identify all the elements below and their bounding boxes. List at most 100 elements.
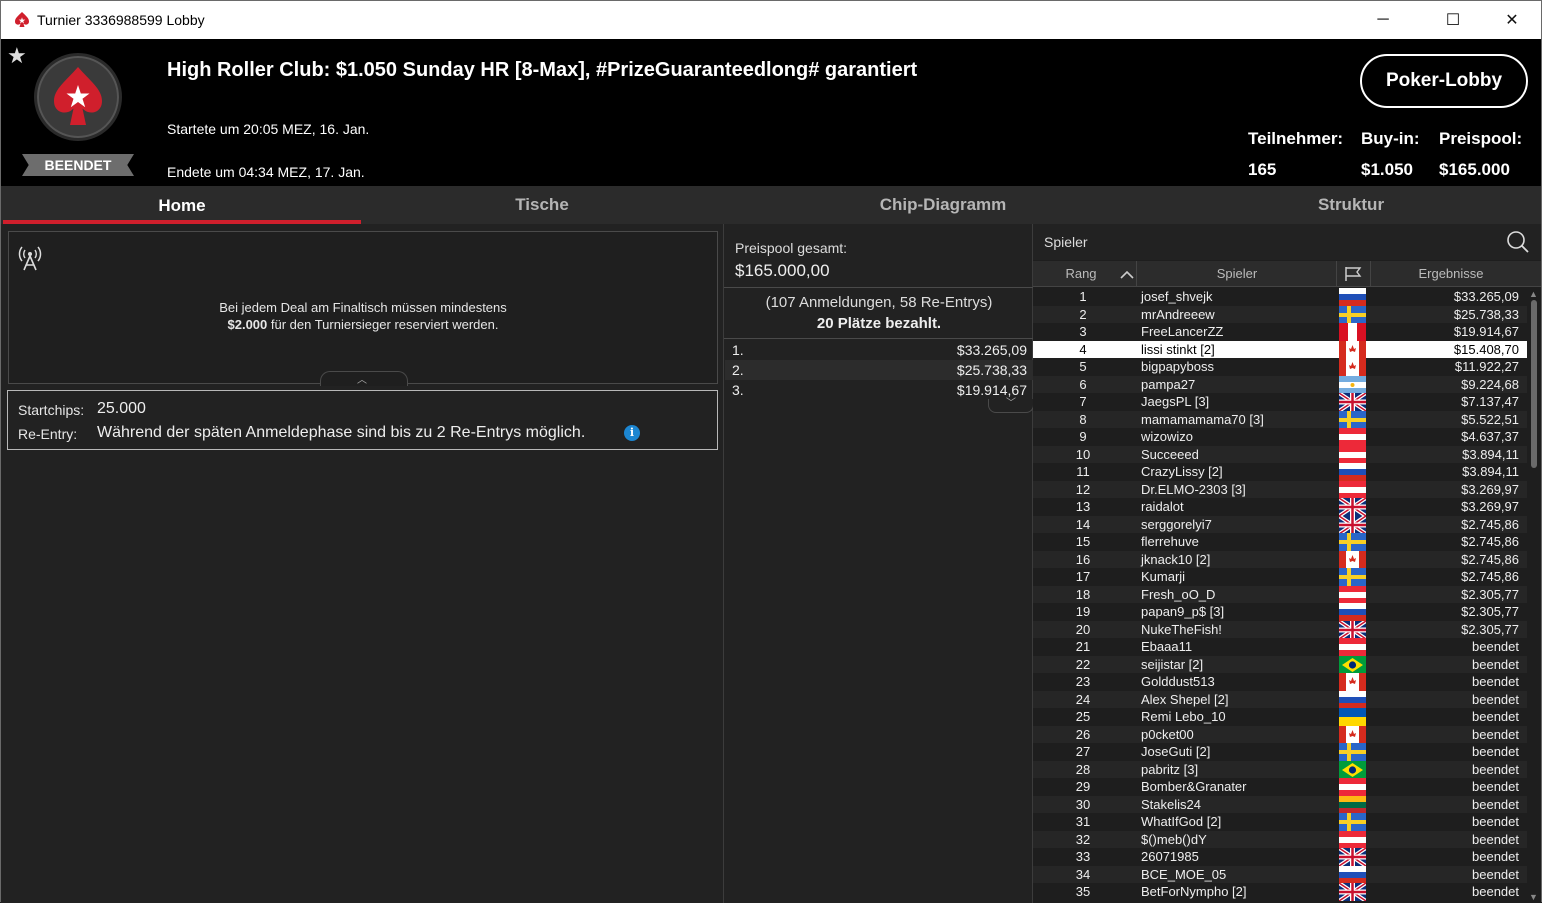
tab-home[interactable]: Home (3, 186, 361, 224)
column-divider (1336, 261, 1337, 287)
tab-structure[interactable]: Struktur (1171, 186, 1531, 224)
player-name: papan9_p$ [3] (1141, 604, 1225, 619)
player-name: CrazyLissy [2] (1141, 464, 1223, 479)
player-row[interactable]: 33 26071985 beendet (1033, 848, 1527, 866)
scrollbar-thumb[interactable] (1531, 300, 1537, 468)
player-row[interactable]: 18 Fresh_oO_D $2.305,77 (1033, 585, 1527, 603)
scroll-down-icon[interactable]: ▼ (1529, 892, 1538, 902)
player-row[interactable]: 16 jknack10 [2] $2.745,86 (1033, 550, 1527, 568)
prizepool-label: Preispool: (1439, 129, 1523, 148)
player-result: beendet (1472, 831, 1519, 847)
player-rank: 5 (1079, 359, 1087, 374)
player-rank: 15 (1075, 534, 1091, 549)
player-row[interactable]: 14 serggorelyi7 $2.745,86 (1033, 515, 1527, 533)
player-row[interactable]: 1 josef_shvejk $33.265,09 (1033, 288, 1527, 306)
player-rank: 28 (1075, 761, 1091, 777)
player-row[interactable]: 24 Alex Shepel [2] beendet (1033, 690, 1527, 708)
country-flag-icon (1339, 795, 1366, 813)
player-result: $19.914,67 (1453, 324, 1519, 339)
player-row[interactable]: 11 CrazyLissy [2] $3.894,11 (1033, 463, 1527, 481)
player-row[interactable]: 31 WhatIfGod [2] beendet (1033, 813, 1527, 831)
prize-place: 2. (732, 362, 744, 378)
player-row[interactable]: 9 wizowizo $4.637,37 (1033, 428, 1527, 446)
entries-count: (107 Anmeldungen, 58 Re-Entrys) (765, 294, 993, 311)
player-row[interactable]: 28 pabritz [3] beendet (1033, 760, 1527, 778)
tab-chip-chart[interactable]: Chip-Diagramm (763, 186, 1123, 224)
player-rank: 22 (1075, 656, 1091, 672)
players-scrollbar[interactable]: ▲ ▼ (1527, 288, 1541, 903)
search-icon[interactable] (1506, 230, 1530, 254)
player-row[interactable]: 8 mamamamama70 [3] $5.522,51 (1033, 410, 1527, 428)
players-table-body: 1 josef_shvejk $33.265,09 2 mrAndreeew $25.73… (1033, 288, 1527, 903)
tournament-info-box: Startchips: 25.000 Re-Entry: Während der… (7, 390, 718, 450)
player-row[interactable]: 23 Golddust513 beendet (1033, 673, 1527, 691)
player-row[interactable]: 3 FreeLancerZZ $19.914,67 (1033, 323, 1527, 341)
minimize-button[interactable]: ─ (1360, 1, 1406, 39)
maximize-icon: ☐ (1445, 12, 1461, 29)
sort-ascending-icon[interactable] (1120, 269, 1134, 279)
player-row[interactable]: 13 raidalot $3.269,97 (1033, 498, 1527, 516)
prize-row: 2. $25.738,33 (725, 360, 1033, 380)
player-name: josef_shvejk (1141, 289, 1213, 304)
maximize-button[interactable]: ☐ (1430, 1, 1476, 39)
player-rank: 31 (1075, 814, 1091, 829)
player-row[interactable]: 29 Bomber&Granater beendet (1033, 778, 1527, 796)
player-row[interactable]: 7 JaegsPL [3] $7.137,47 (1033, 393, 1527, 411)
favorite-star-icon[interactable]: ★ (7, 43, 27, 69)
player-row[interactable]: 26 p0cket00 beendet (1033, 725, 1527, 743)
player-row[interactable]: 21 Ebaaa11 beendet (1033, 638, 1527, 656)
collapse-news-toggle[interactable]: ︿ (320, 371, 408, 386)
column-player[interactable]: Spieler (1137, 261, 1337, 287)
player-row[interactable]: 22 seijistar [2] beendet (1033, 655, 1527, 673)
buyin-label: Buy-in: (1361, 129, 1420, 148)
player-row[interactable]: 19 papan9_p$ [3] $2.305,77 (1033, 603, 1527, 621)
country-flag-icon (1339, 848, 1366, 866)
news-line-2-text: für den Turniersieger reserviert werden. (267, 317, 499, 332)
player-result: $3.269,97 (1461, 499, 1519, 514)
column-rank[interactable]: Rang (1033, 261, 1129, 287)
player-row[interactable]: 17 Kumarji $2.745,86 (1033, 568, 1527, 586)
flag-column-icon[interactable] (1344, 266, 1362, 282)
player-result: $25.738,33 (1453, 306, 1519, 322)
tab-tables[interactable]: Tische (363, 186, 721, 224)
paid-places: 20 Plätze bezahlt. (816, 315, 942, 332)
player-result: $2.745,86 (1461, 551, 1519, 567)
player-row[interactable]: 32 $()meb()dY beendet (1033, 830, 1527, 848)
player-row[interactable]: 10 Succeeed $3.894,11 (1033, 445, 1527, 463)
poker-lobby-button[interactable]: Poker-Lobby (1360, 54, 1528, 108)
tab-bar: Home Tische Chip-Diagramm Struktur (1, 186, 1541, 224)
player-row[interactable]: 6 pampa27 $9.224,68 (1033, 375, 1527, 393)
prize-amount: $19.914,67 (956, 382, 1027, 398)
player-result: $3.269,97 (1461, 481, 1519, 497)
player-rank: 12 (1075, 481, 1091, 497)
player-row[interactable]: 25 Remi Lebo_10 beendet (1033, 708, 1527, 726)
info-icon[interactable]: i (624, 425, 640, 441)
expand-prizes-toggle[interactable]: ﹀ (988, 399, 1034, 413)
player-rank: 32 (1075, 831, 1091, 847)
player-result: beendet (1472, 744, 1519, 759)
player-row[interactable]: 35 BetForNympho [2] beendet (1033, 883, 1527, 901)
player-rank: 29 (1075, 779, 1091, 794)
close-button[interactable]: ✕ (1489, 1, 1535, 39)
country-flag-icon (1339, 445, 1366, 463)
player-row[interactable]: 27 JoseGuti [2] beendet (1033, 743, 1527, 761)
player-row[interactable]: 12 Dr.ELMO-2303 [3] $3.269,97 (1033, 480, 1527, 498)
player-row[interactable]: 30 Stakelis24 beendet (1033, 795, 1527, 813)
tournament-lobby-window: Turnier 3336988599 Lobby ─ ☐ ✕ ★ BEENDET… (0, 0, 1542, 903)
player-row[interactable]: 5 bigpapyboss $11.922,27 (1033, 358, 1527, 376)
player-row[interactable]: 2 mrAndreeew $25.738,33 (1033, 305, 1527, 323)
news-message: Bei jedem Deal am Finaltisch müssen mind… (9, 299, 717, 333)
player-row[interactable]: 20 NukeTheFish! $2.305,77 (1033, 620, 1527, 638)
player-row[interactable]: 15 flerrehuve $2.745,86 (1033, 533, 1527, 551)
close-icon: ✕ (1505, 12, 1519, 29)
column-result[interactable]: Ergebnisse (1371, 261, 1531, 287)
player-search-bar[interactable]: Spieler (1033, 224, 1541, 260)
country-flag-icon (1339, 393, 1366, 411)
player-result: $5.522,51 (1461, 411, 1519, 427)
prize-amount: $25.738,33 (956, 362, 1027, 378)
scroll-up-icon[interactable]: ▲ (1529, 289, 1538, 299)
player-row[interactable]: 34 BCE_MOE_05 beendet (1033, 865, 1527, 883)
country-flag-icon (1339, 883, 1366, 901)
player-name: 26071985 (1141, 849, 1199, 864)
player-row[interactable]: 4 lissi stinkt [2] $15.408,70 (1033, 340, 1527, 358)
